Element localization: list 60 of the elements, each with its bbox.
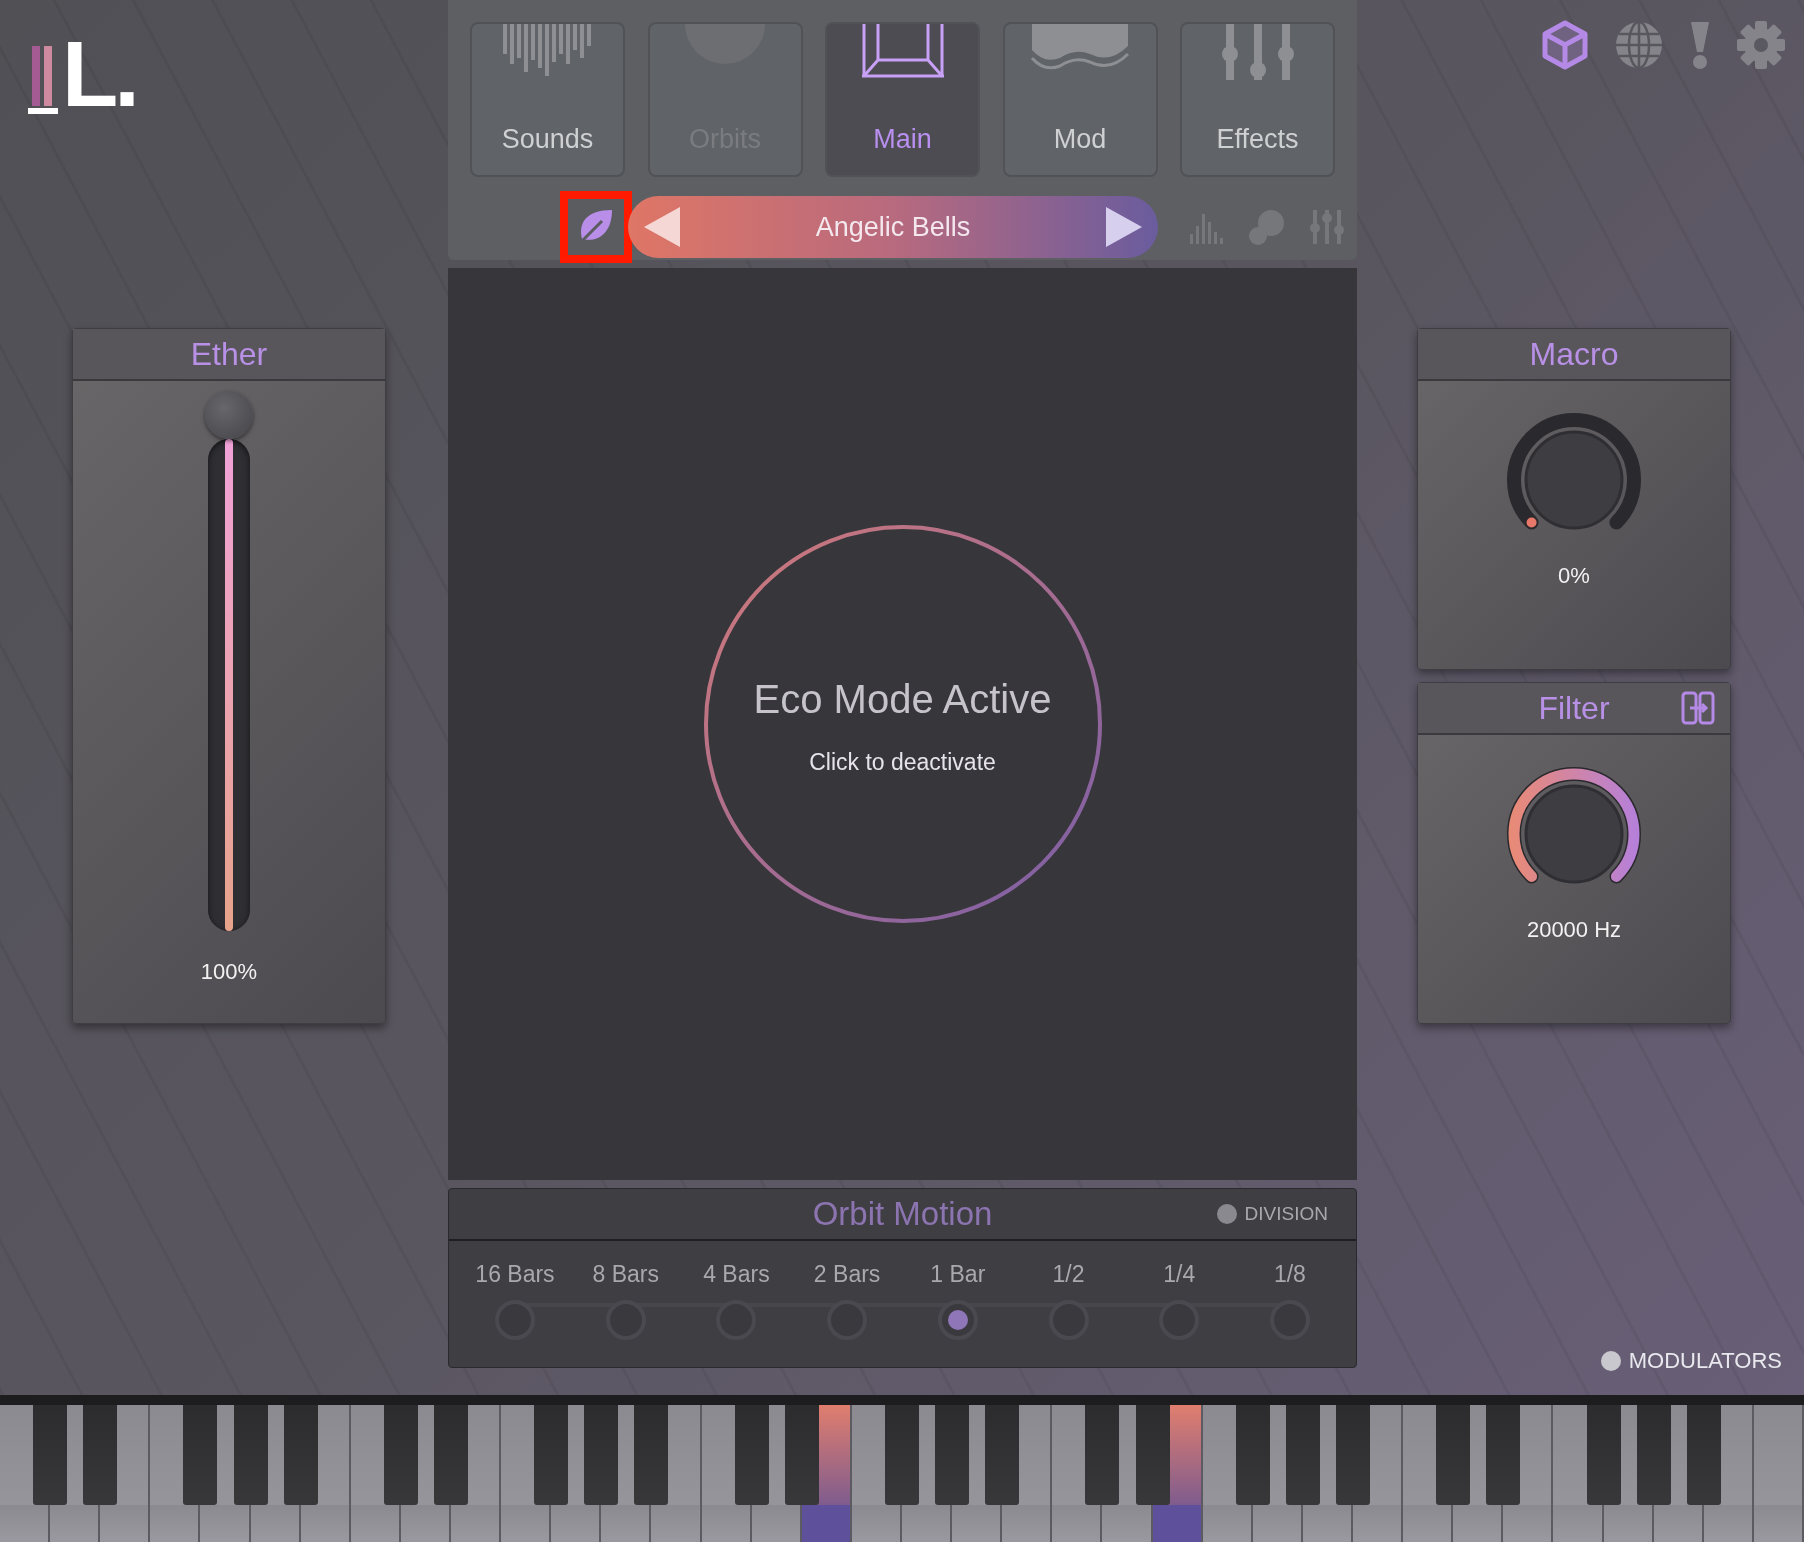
sharp-key[interactable] (1135, 1405, 1170, 1505)
sharp-key[interactable] (1686, 1405, 1721, 1505)
tab[interactable]: Main (825, 22, 980, 177)
sharp-key[interactable] (1085, 1405, 1120, 1505)
step-label: 16 Bars (475, 1260, 555, 1289)
sharp-key[interactable] (1235, 1405, 1270, 1505)
sharp-key[interactable] (784, 1405, 819, 1505)
knob-value: 20000 Hz (1526, 916, 1622, 944)
slider-value: 100% (200, 958, 258, 986)
panel-title: Filter (1538, 689, 1610, 728)
previous-arrow-icon[interactable] (644, 207, 680, 247)
settings-icon[interactable] (1736, 20, 1786, 70)
exclamation-icon[interactable] (1688, 20, 1712, 70)
sharp-key[interactable] (33, 1405, 68, 1505)
toggle-dot[interactable] (1600, 1350, 1621, 1371)
toggle-label: DIVISION (1244, 1201, 1328, 1226)
sharp-key[interactable] (935, 1405, 970, 1505)
step-label: 2 Bars (813, 1260, 881, 1289)
eco-mode-title: Eco Mode Active (753, 675, 1052, 723)
sharp-key[interactable] (383, 1405, 418, 1505)
mixer-icon[interactable] (1308, 208, 1346, 246)
sharp-key[interactable] (1636, 1405, 1671, 1505)
knob-value: 0% (1558, 562, 1590, 590)
globe-icon[interactable] (1614, 20, 1664, 70)
slider-handle[interactable] (205, 391, 253, 439)
step-label: 1/2 (1052, 1260, 1085, 1289)
toggle-label: MODULATORS (1628, 1347, 1782, 1375)
tab[interactable]: Sounds (470, 22, 625, 177)
sharp-key[interactable] (534, 1405, 569, 1505)
toggle-dot[interactable] (1216, 1204, 1237, 1224)
sharp-key[interactable] (283, 1405, 318, 1505)
sharp-key[interactable] (233, 1405, 268, 1505)
panel-title: Ether (190, 335, 268, 374)
panel-title: Macro (1529, 335, 1619, 374)
step-label: 1/4 (1163, 1260, 1196, 1289)
sharp-key[interactable] (734, 1405, 769, 1505)
step-label: 4 Bars (703, 1260, 770, 1289)
sharp-key[interactable] (1586, 1405, 1621, 1505)
preset-name[interactable]: Angelic Bells (815, 206, 971, 248)
eco-mode-ring[interactable] (702, 524, 1103, 924)
logo-text: L. (62, 28, 136, 120)
sharp-key[interactable] (1285, 1405, 1320, 1505)
link-icon[interactable] (1680, 690, 1716, 726)
tab[interactable]: Mod (1002, 22, 1158, 177)
sharp-key[interactable] (634, 1405, 669, 1505)
sharp-key[interactable] (183, 1405, 218, 1505)
cube-icon[interactable] (1540, 20, 1590, 70)
step-label: 1/8 (1273, 1260, 1306, 1289)
sharp-key[interactable] (985, 1405, 1020, 1505)
sharp-key[interactable] (1486, 1405, 1521, 1505)
sharp-key[interactable] (83, 1405, 118, 1505)
circles-icon[interactable] (1248, 208, 1286, 246)
sharp-key[interactable] (584, 1405, 619, 1505)
tab[interactable]: Effects (1180, 22, 1335, 177)
next-arrow-icon[interactable] (1106, 207, 1142, 247)
panel-title: Orbit Motion (812, 1194, 993, 1235)
eco-mode-hint: Click to deactivate (809, 747, 996, 777)
sharp-key[interactable] (1436, 1405, 1471, 1505)
step-label: 1 Bar (930, 1260, 986, 1289)
step-label: 8 Bars (592, 1260, 659, 1289)
